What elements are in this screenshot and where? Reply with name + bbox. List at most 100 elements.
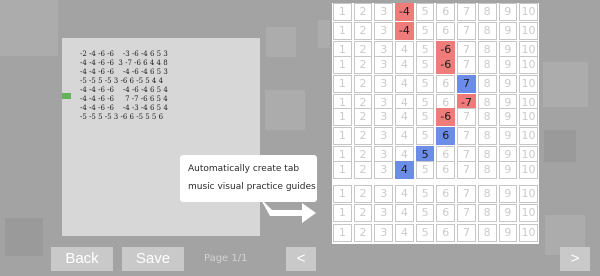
- grid-cell-highlighted: -6: [436, 108, 456, 126]
- grid-cell: 7: [457, 224, 476, 242]
- grid-cell: 8: [477, 56, 497, 74]
- grid-cell: 2: [353, 108, 373, 126]
- grid-cell: 3: [374, 204, 394, 222]
- grid-row: 1 2 3 -4 5 6 7 8 9 10: [332, 3, 539, 21]
- grid-cell: 9: [498, 108, 518, 126]
- tab-line: -5 -5 5 -5 3 -6 6 -5 5 5 6: [80, 113, 164, 121]
- harmonica-practice-grid: 1 2 3 -4 5 6 7 8 9 10 1 2 3 -4 5 6 7 8 9 10 1 2 3 4 5 -6 7 8 9 10 1 2 3 4…: [332, 3, 539, 244]
- grid-cell: 9: [498, 3, 518, 21]
- grid-cell: 10: [519, 56, 538, 74]
- grid-cell: 1: [333, 224, 352, 242]
- grid-cell: 7: [457, 204, 476, 222]
- grid-cell: 8: [477, 127, 497, 145]
- tab-line: -4 -4 -6 -6 -4 -6 -4 6 5 4: [80, 86, 168, 94]
- next-page-button[interactable]: >: [560, 247, 590, 271]
- grid-cell: 2: [353, 127, 373, 145]
- grid-cell: 5: [415, 185, 435, 203]
- grid-cell: 4: [395, 204, 414, 222]
- grid-cell: 5: [415, 3, 435, 21]
- grid-row: 1 2 3 4 5 -6 7 8 9 10: [332, 108, 539, 126]
- background-tile: [266, 27, 296, 57]
- grid-cell: 4: [395, 224, 414, 242]
- tab-line: -4 -4 -6 -6 -4 -6 -4 6 5 3: [80, 68, 168, 76]
- grid-cell: 9: [498, 161, 518, 179]
- grid-cell: 5: [415, 108, 435, 126]
- grid-cell: 7: [457, 185, 476, 203]
- tab-line: -4 -4 -6 -6 3 -7 -6 6 4 4 8: [80, 59, 168, 67]
- grid-cell: 3: [374, 75, 394, 93]
- grid-cell: 2: [353, 185, 373, 203]
- save-button[interactable]: Save: [122, 247, 184, 271]
- grid-cell: 4: [395, 127, 414, 145]
- background-tile: [543, 62, 588, 107]
- background-tile: [544, 130, 576, 162]
- grid-cell: 7: [457, 127, 476, 145]
- background-tile: [318, 20, 330, 48]
- grid-row: 1 2 3 4 5 6 7 8 9 10: [332, 185, 539, 203]
- background-tile: [5, 218, 43, 256]
- grid-cell: 5: [415, 75, 435, 93]
- grid-cell-highlighted: 6: [436, 127, 456, 145]
- grid-cell: 1: [333, 185, 352, 203]
- grid-cell: 4: [395, 108, 414, 126]
- tab-line: -4 -4 -6 -6 -4 -3 -4 6 5 4: [80, 104, 168, 112]
- grid-cell: 6: [436, 75, 456, 93]
- grid-cell: 7: [457, 161, 476, 179]
- grid-cell: 3: [374, 224, 394, 242]
- grid-cell: 10: [519, 22, 538, 40]
- grid-row: 1 2 3 4 5 6 7 8 9 10: [332, 75, 539, 93]
- grid-cell: 3: [374, 3, 394, 21]
- grid-cell: 9: [498, 56, 518, 74]
- grid-cell-highlighted: 7: [457, 75, 476, 93]
- grid-cell: 8: [477, 185, 497, 203]
- grid-cell: 6: [436, 224, 456, 242]
- grid-cell: 10: [519, 3, 538, 21]
- grid-cell: 10: [519, 127, 538, 145]
- grid-cell: 5: [415, 127, 435, 145]
- grid-cell: 3: [374, 56, 394, 74]
- grid-cell: 1: [333, 22, 352, 40]
- grid-cell: 3: [374, 108, 394, 126]
- grid-cell: 9: [498, 127, 518, 145]
- grid-cell: 2: [353, 22, 373, 40]
- grid-cell: 3: [374, 22, 394, 40]
- page-indicator: Page 1/1: [204, 253, 248, 264]
- grid-cell: 2: [353, 204, 373, 222]
- grid-cell-highlighted: -6: [436, 56, 456, 74]
- right-arrow-icon: [260, 198, 316, 223]
- grid-cell: 7: [457, 22, 476, 40]
- grid-cell: 4: [395, 75, 414, 93]
- grid-cell: 6: [436, 204, 456, 222]
- grid-cell: 10: [519, 108, 538, 126]
- grid-cell: 5: [415, 204, 435, 222]
- grid-cell: 3: [374, 161, 394, 179]
- grid-cell: 9: [498, 224, 518, 242]
- grid-cell: 8: [477, 224, 497, 242]
- back-button[interactable]: Back: [51, 247, 113, 271]
- grid-cell: 8: [477, 75, 497, 93]
- grid-cell: 1: [333, 108, 352, 126]
- grid-row: 1 2 3 -4 5 6 7 8 9 10: [332, 22, 539, 40]
- grid-cell: 9: [498, 22, 518, 40]
- grid-cell: 1: [333, 161, 352, 179]
- grid-cell: 2: [353, 75, 373, 93]
- grid-cell: 7: [457, 108, 476, 126]
- grid-row: 1 2 3 4 5 6 7 8 9 10: [332, 127, 539, 145]
- grid-cell: 1: [333, 75, 352, 93]
- grid-row: 1 2 3 4 5 6 7 8 9 10: [332, 224, 539, 242]
- previous-page-button[interactable]: <: [286, 247, 316, 271]
- background-tile: [0, 0, 58, 56]
- grid-cell: 1: [333, 204, 352, 222]
- grid-cell: 2: [353, 224, 373, 242]
- grid-cell-highlighted: -4: [395, 22, 414, 40]
- grid-cell: 7: [457, 3, 476, 21]
- grid-row: 1 2 3 4 5 6 7 8 9 10: [332, 204, 539, 222]
- grid-cell: 2: [353, 3, 373, 21]
- grid-cell: 8: [477, 22, 497, 40]
- grid-cell: 5: [415, 224, 435, 242]
- grid-cell: 3: [374, 127, 394, 145]
- grid-cell: 9: [498, 75, 518, 93]
- grid-cell: 7: [457, 56, 476, 74]
- grid-row: 1 2 3 4 5 6 7 8 9 10: [332, 161, 539, 179]
- grid-cell: 8: [477, 161, 497, 179]
